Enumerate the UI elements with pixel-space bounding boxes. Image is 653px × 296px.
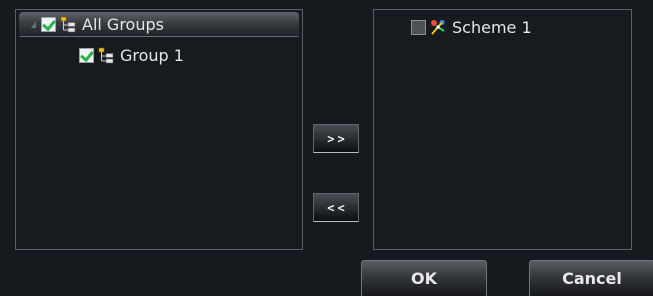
ok-button[interactable]: OK xyxy=(361,260,487,296)
add-to-scheme-button[interactable]: >> xyxy=(313,124,359,153)
scheme-list-panel[interactable]: Scheme 1 xyxy=(373,9,632,250)
all-groups-label: All Groups xyxy=(82,14,164,34)
group-1-label: Group 1 xyxy=(120,45,184,65)
tree-node-scheme-1[interactable]: Scheme 1 xyxy=(411,16,532,38)
scheme-1-label: Scheme 1 xyxy=(452,17,532,37)
group-tree-icon xyxy=(98,47,114,63)
group-list-panel[interactable]: All Groups Group 1 xyxy=(15,9,303,250)
tree-node-group-1[interactable]: Group 1 xyxy=(79,44,184,66)
remove-from-scheme-button[interactable]: << xyxy=(313,193,359,222)
group-tree-icon xyxy=(60,16,76,32)
expand-arrow-icon[interactable] xyxy=(31,20,36,28)
scheme-icon xyxy=(431,19,445,35)
scheme-1-checkbox[interactable] xyxy=(411,19,426,35)
all-groups-checkbox[interactable] xyxy=(41,16,56,32)
cancel-button[interactable]: Cancel xyxy=(529,260,653,296)
group-1-checkbox[interactable] xyxy=(79,47,94,63)
tree-node-all-groups[interactable]: All Groups xyxy=(19,12,299,37)
